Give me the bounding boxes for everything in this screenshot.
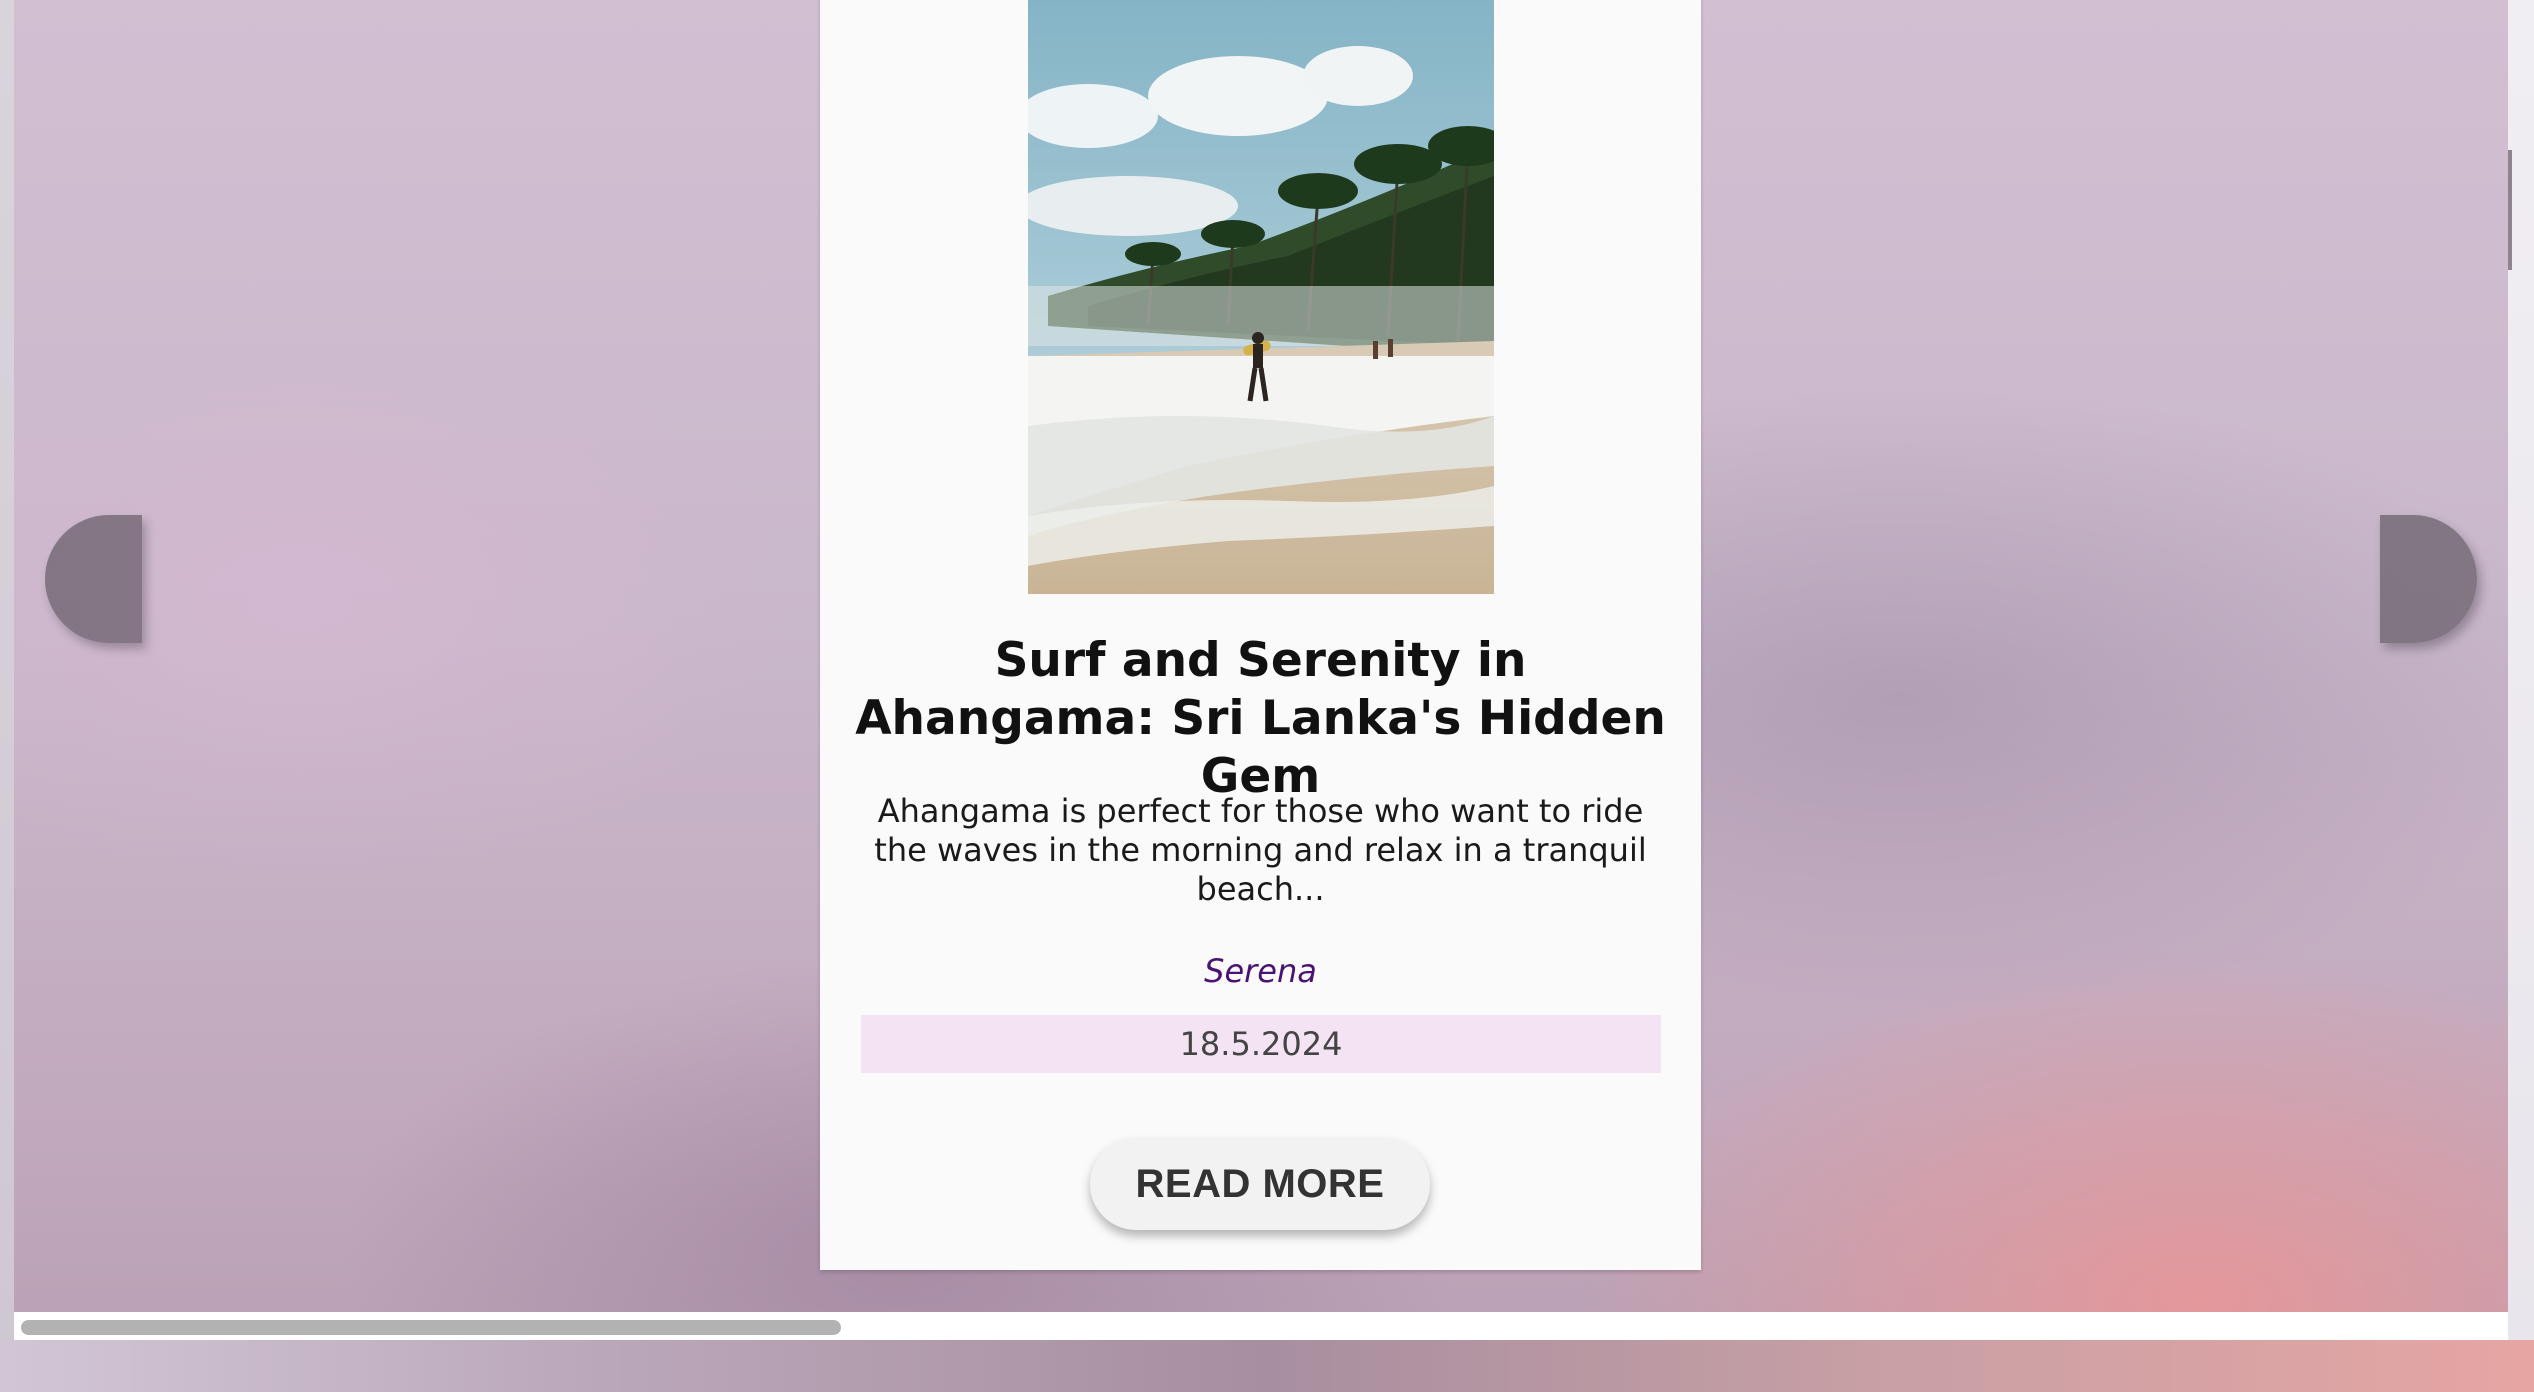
post-image bbox=[1028, 0, 1494, 594]
scrollbar-thumb[interactable] bbox=[21, 1320, 841, 1335]
post-date: 18.5.2024 bbox=[861, 1015, 1661, 1073]
post-title: Surf and Serenity in Ahangama: Sri Lanka… bbox=[855, 633, 1666, 804]
edge-marker bbox=[2508, 150, 2512, 270]
blog-post-card: Surf and Serenity in Ahangama: Sri Lanka… bbox=[820, 0, 1701, 1270]
post-excerpt: Ahangama is perfect for those who want t… bbox=[874, 792, 1647, 908]
carousel-prev-button[interactable] bbox=[45, 515, 142, 643]
beach-photo bbox=[1028, 0, 1494, 594]
post-author: Serena bbox=[1204, 952, 1317, 990]
horizontal-scrollbar[interactable] bbox=[14, 1312, 2508, 1340]
window-right-edge bbox=[2508, 0, 2534, 1340]
window-left-edge bbox=[0, 0, 14, 1340]
background-strip bbox=[0, 1340, 2534, 1392]
carousel-next-button[interactable] bbox=[2380, 515, 2477, 643]
read-more-button[interactable]: READ MORE bbox=[1090, 1138, 1430, 1230]
